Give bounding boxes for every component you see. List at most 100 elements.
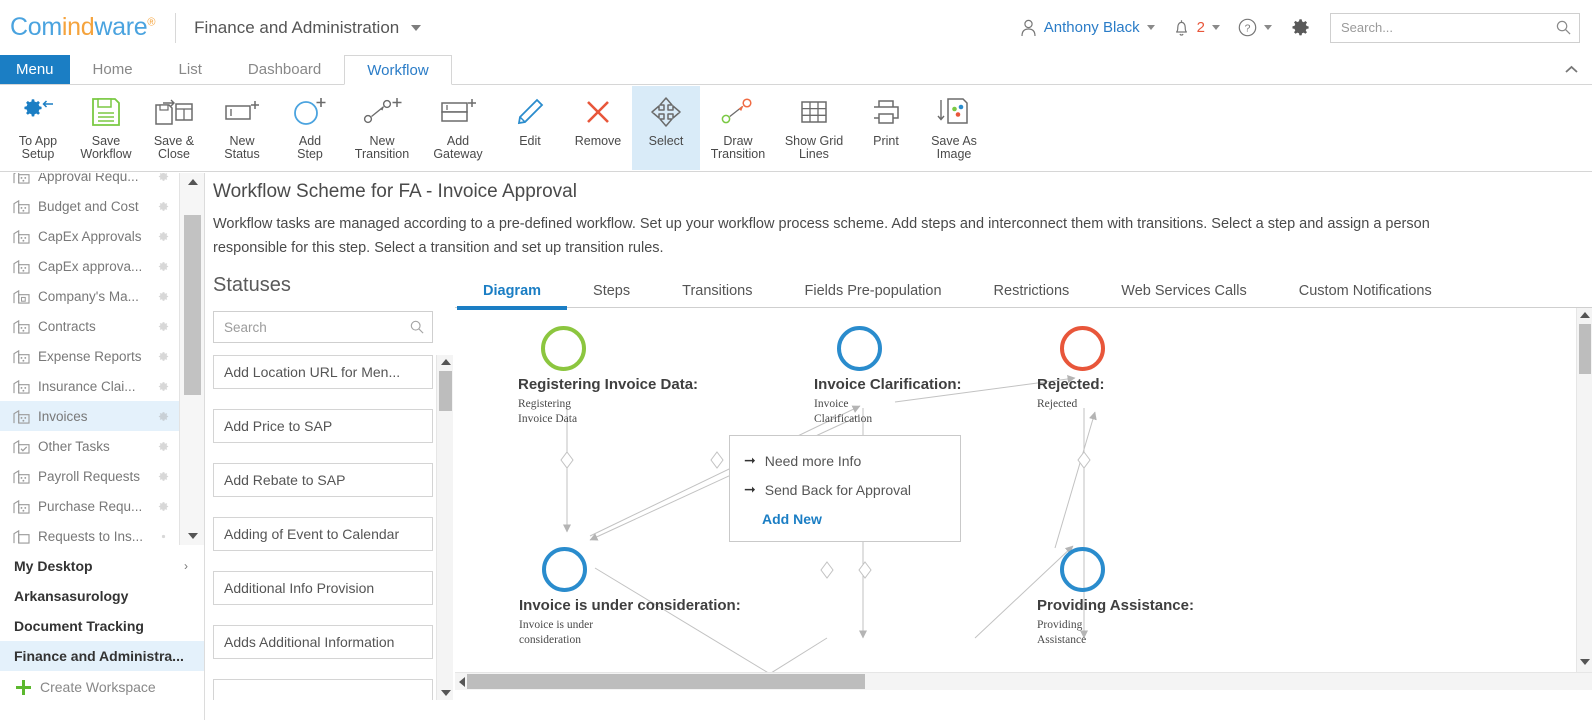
gear-icon[interactable] [157,290,170,303]
sidebar-scrollbar[interactable] [179,173,204,545]
diagram-canvas[interactable]: Registering Invoice Data: Registering In… [455,308,1555,683]
status-list-item[interactable]: Adds Additional Information [213,625,433,659]
tab-home[interactable]: Home [70,55,156,84]
gear-icon[interactable] [157,500,170,513]
tab-diagram[interactable]: Diagram [457,283,568,310]
comindware-logo[interactable]: Comindware® [10,13,155,42]
canvas-scroll-up-button[interactable] [1577,308,1592,322]
sidebar-scroll-down-button[interactable] [180,527,204,545]
sidebar-item-purchase-requests[interactable]: Purchase Requ... [0,491,180,521]
diagram-node-rejected[interactable]: Rejected: Rejected [1037,326,1105,410]
statuses-search[interactable] [213,311,433,343]
gear-icon[interactable] [157,440,170,453]
remove-button[interactable]: Remove [564,86,632,170]
gear-icon[interactable] [157,260,170,273]
statuses-scroll-up-button[interactable] [437,355,453,369]
sidebar-item-other-tasks[interactable]: Other Tasks [0,431,180,461]
gear-icon[interactable] [157,230,170,243]
sidebar-item-requests-to-insurance[interactable]: Requests to Ins... [0,521,180,545]
canvas-horizontal-scroll-thumb[interactable] [467,674,865,689]
gear-icon[interactable] [157,530,170,543]
node-circle[interactable] [1060,547,1105,592]
workspace-finance-and-administration[interactable]: Finance and Administra... [0,641,204,671]
help-menu[interactable]: ? [1229,18,1281,37]
context-menu-item-need-more-info[interactable]: ➞ Need more Info [730,446,960,475]
new-transition-button[interactable]: New Transition [344,86,420,170]
canvas-vertical-scroll-thumb[interactable] [1579,324,1591,374]
sidebar-scroll-up-button[interactable] [180,173,204,191]
draw-transition-button[interactable]: Draw Transition [700,86,776,170]
tab-custom-notifications[interactable]: Custom Notifications [1273,283,1458,307]
context-menu-add-new-link[interactable]: Add New [730,504,960,529]
status-list-item[interactable] [213,679,433,700]
sidebar-item-capex-approval[interactable]: CapEx approva... [0,251,180,281]
gear-icon[interactable] [157,380,170,393]
gear-icon[interactable] [157,470,170,483]
user-menu[interactable]: Anthony Black [1011,19,1164,37]
sidebar-item-budget-and-cost[interactable]: Budget and Cost [0,191,180,221]
sidebar-item-contracts[interactable]: Contracts [0,311,180,341]
tab-restrictions[interactable]: Restrictions [968,283,1096,307]
gear-icon[interactable] [157,200,170,213]
settings-menu[interactable] [1281,17,1320,38]
sidebar-item-invoices[interactable]: Invoices [0,401,180,431]
node-circle[interactable] [837,326,882,371]
statuses-scroll-thumb[interactable] [439,371,452,411]
print-button[interactable]: Print [852,86,920,170]
transition-context-menu[interactable]: ➞ Need more Info ➞ Send Back for Approva… [729,435,961,542]
status-list-item[interactable]: Add Rebate to SAP [213,463,433,497]
diagram-node-invoice-is-under-consideration[interactable]: Invoice is under consideration: Invoice … [519,547,741,646]
new-status-button[interactable]: New Status [208,86,276,170]
tab-workflow[interactable]: Workflow [344,55,452,85]
sidebar-item-capex-approvals[interactable]: CapEx Approvals [0,221,180,251]
global-search[interactable] [1330,12,1580,43]
gear-icon[interactable] [157,350,170,363]
add-step-button[interactable]: Add Step [276,86,344,170]
tab-transitions[interactable]: Transitions [656,283,778,307]
gear-icon[interactable] [157,173,170,183]
create-workspace-button[interactable]: Create Workspace [0,671,204,703]
diagram-node-invoice-clarification[interactable]: Invoice Clarification: Invoice Clarifica… [814,326,962,425]
canvas-scroll-down-button[interactable] [1577,655,1592,669]
notifications-menu[interactable]: 2 [1164,19,1229,37]
ribbon-collapse-button[interactable] [1565,55,1592,84]
statuses-search-input[interactable] [222,318,410,336]
tab-dashboard[interactable]: Dashboard [225,55,344,84]
canvas-vertical-scrollbar[interactable] [1576,308,1592,690]
save-workflow-button[interactable]: Save Workflow [72,86,140,170]
to-app-setup-button[interactable]: To App Setup [4,86,72,170]
select-button[interactable]: Select [632,86,700,170]
sidebar-scroll-thumb[interactable] [184,215,201,395]
sidebar-item-expense-reports[interactable]: Expense Reports [0,341,180,371]
search-input[interactable] [1339,19,1556,36]
edit-button[interactable]: Edit [496,86,564,170]
sidebar-item-approval-requests[interactable]: Approval Requ... [0,173,180,191]
node-circle[interactable] [542,547,587,592]
gear-icon[interactable] [157,320,170,333]
node-circle[interactable] [541,326,586,371]
show-grid-lines-button[interactable]: Show Grid Lines [776,86,852,170]
sidebar-item-payroll-requests[interactable]: Payroll Requests [0,461,180,491]
add-gateway-button[interactable]: Add Gateway [420,86,496,170]
tab-fields-pre-population[interactable]: Fields Pre-population [779,283,968,307]
app-selector[interactable]: Finance and Administration [194,18,422,38]
menu-button[interactable]: Menu [0,55,70,84]
tab-list[interactable]: List [156,55,225,84]
save-as-image-button[interactable]: Save As Image [920,86,988,170]
save-and-close-button[interactable]: Save & Close [140,86,208,170]
tab-web-services-calls[interactable]: Web Services Calls [1095,283,1272,307]
gear-icon[interactable] [157,410,170,423]
workspace-arkansasurology[interactable]: Arkansasurology [0,581,204,611]
diagram-node-registering-invoice-data[interactable]: Registering Invoice Data: Registering In… [518,326,698,425]
context-menu-item-send-back-for-approval[interactable]: ➞ Send Back for Approval [730,475,960,504]
tab-steps[interactable]: Steps [567,283,656,307]
status-list-item[interactable]: Additional Info Provision [213,571,433,605]
node-circle[interactable] [1060,326,1105,371]
statuses-scroll-down-button[interactable] [437,686,453,700]
diagram-node-providing-assistance[interactable]: Providing Assistance: Providing Assistan… [1037,547,1194,646]
status-list-item[interactable]: Add Price to SAP [213,409,433,443]
statuses-scrollbar[interactable] [436,355,453,700]
status-list-item[interactable]: Adding of Event to Calendar [213,517,433,551]
workspace-document-tracking[interactable]: Document Tracking [0,611,204,641]
search-icon[interactable] [1556,20,1571,35]
